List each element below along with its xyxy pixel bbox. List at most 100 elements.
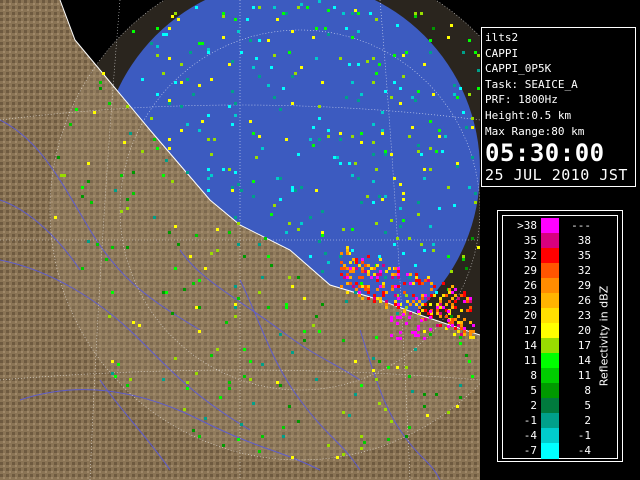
echo-pixel	[201, 120, 204, 123]
echo-pixel	[378, 360, 381, 363]
legend-lower-value: 8	[530, 369, 537, 382]
echo-pixel	[441, 150, 444, 153]
echo-pixel	[414, 15, 417, 18]
echo-pixel	[312, 36, 315, 39]
legend-lower-value: 20	[523, 309, 537, 322]
echo-pixel	[376, 288, 379, 291]
echo-pixel	[399, 316, 402, 319]
echo-pixel	[210, 174, 213, 177]
echo-pixel	[309, 138, 312, 141]
echo-pixel	[408, 237, 411, 240]
echo-pixel	[132, 192, 135, 195]
echo-pixel	[156, 54, 159, 57]
echo-pixel	[123, 141, 126, 144]
echo-pixel	[451, 306, 454, 309]
echo-pixel	[396, 316, 399, 319]
echo-pixel	[381, 111, 384, 114]
echo-pixel	[312, 324, 315, 327]
echo-pixel	[87, 240, 90, 243]
echo-pixel	[372, 57, 375, 60]
echo-pixel	[252, 180, 255, 183]
echo-pixel	[438, 207, 441, 210]
echo-pixel	[207, 189, 210, 192]
echo-pixel	[393, 177, 396, 180]
echo-pixel	[454, 294, 457, 297]
echo-pixel	[234, 18, 237, 21]
echo-pixel	[466, 297, 469, 300]
echo-pixel	[340, 273, 343, 276]
echo-pixel	[393, 81, 396, 84]
echo-pixel	[391, 276, 394, 279]
echo-pixel	[463, 291, 466, 294]
legend-upper-value: 35	[577, 249, 591, 262]
echo-pixel	[457, 297, 460, 300]
echo-pixel	[379, 273, 382, 276]
echo-pixel	[382, 291, 385, 294]
echo-pixel	[340, 285, 343, 288]
echo-pixel	[375, 72, 378, 75]
echo-pixel	[261, 276, 264, 279]
echo-pixel	[228, 381, 231, 384]
echo-pixel	[399, 87, 402, 90]
echo-pixel	[186, 387, 189, 390]
echo-pixel	[285, 306, 288, 309]
echo-pixel	[243, 255, 246, 258]
echo-pixel	[372, 180, 375, 183]
echo-pixel	[415, 279, 418, 282]
echo-pixel	[132, 321, 135, 324]
legend-color-swatch	[541, 218, 559, 234]
echo-pixel	[397, 306, 400, 309]
echo-pixel	[373, 267, 376, 270]
echo-pixel	[412, 282, 415, 285]
echo-pixel	[237, 243, 240, 246]
legend-upper-value: 14	[577, 354, 591, 367]
legend-color-swatch	[541, 398, 559, 414]
echo-pixel	[372, 123, 375, 126]
echo-pixel	[348, 162, 351, 165]
echo-pixel	[412, 294, 415, 297]
echo-pixel	[333, 6, 336, 9]
echo-pixel	[375, 222, 378, 225]
echo-pixel	[423, 249, 426, 252]
echo-pixel	[315, 378, 318, 381]
echo-pixel	[267, 84, 270, 87]
echo-pixel	[391, 285, 394, 288]
echo-pixel	[436, 303, 439, 306]
echo-pixel	[384, 195, 387, 198]
echo-pixel	[463, 300, 466, 303]
echo-pixel	[460, 294, 463, 297]
legend-color-swatch	[541, 443, 559, 459]
echo-pixel	[397, 270, 400, 273]
echo-pixel	[405, 435, 408, 438]
echo-pixel	[451, 324, 454, 327]
echo-pixel	[453, 333, 456, 336]
legend-lower-value: 23	[523, 294, 537, 307]
legend-color-swatch	[541, 338, 559, 354]
echo-pixel	[477, 87, 480, 90]
echo-pixel	[408, 375, 411, 378]
echo-pixel	[397, 273, 400, 276]
echo-pixel	[453, 204, 456, 207]
legend-color-swatch	[541, 368, 559, 384]
echo-pixel	[343, 264, 346, 267]
echo-pixel	[93, 111, 96, 114]
legend-color-swatch	[541, 353, 559, 369]
echo-pixel	[471, 126, 474, 129]
echo-pixel	[427, 297, 430, 300]
info-time: 05:30:00	[485, 139, 605, 168]
echo-pixel	[285, 138, 288, 141]
legend-row: 32 35	[503, 248, 617, 264]
echo-pixel	[228, 387, 231, 390]
echo-pixel	[435, 150, 438, 153]
echo-pixel	[423, 405, 426, 408]
echo-pixel	[327, 135, 330, 138]
radar-map[interactable]	[0, 0, 480, 480]
echo-pixel	[126, 198, 129, 201]
echo-pixel	[447, 36, 450, 39]
legend-color-swatch	[541, 383, 559, 399]
echo-pixel	[346, 249, 349, 252]
echo-pixel	[367, 288, 370, 291]
echo-pixel	[432, 249, 435, 252]
echo-pixel	[361, 261, 364, 264]
echo-pixel	[397, 303, 400, 306]
